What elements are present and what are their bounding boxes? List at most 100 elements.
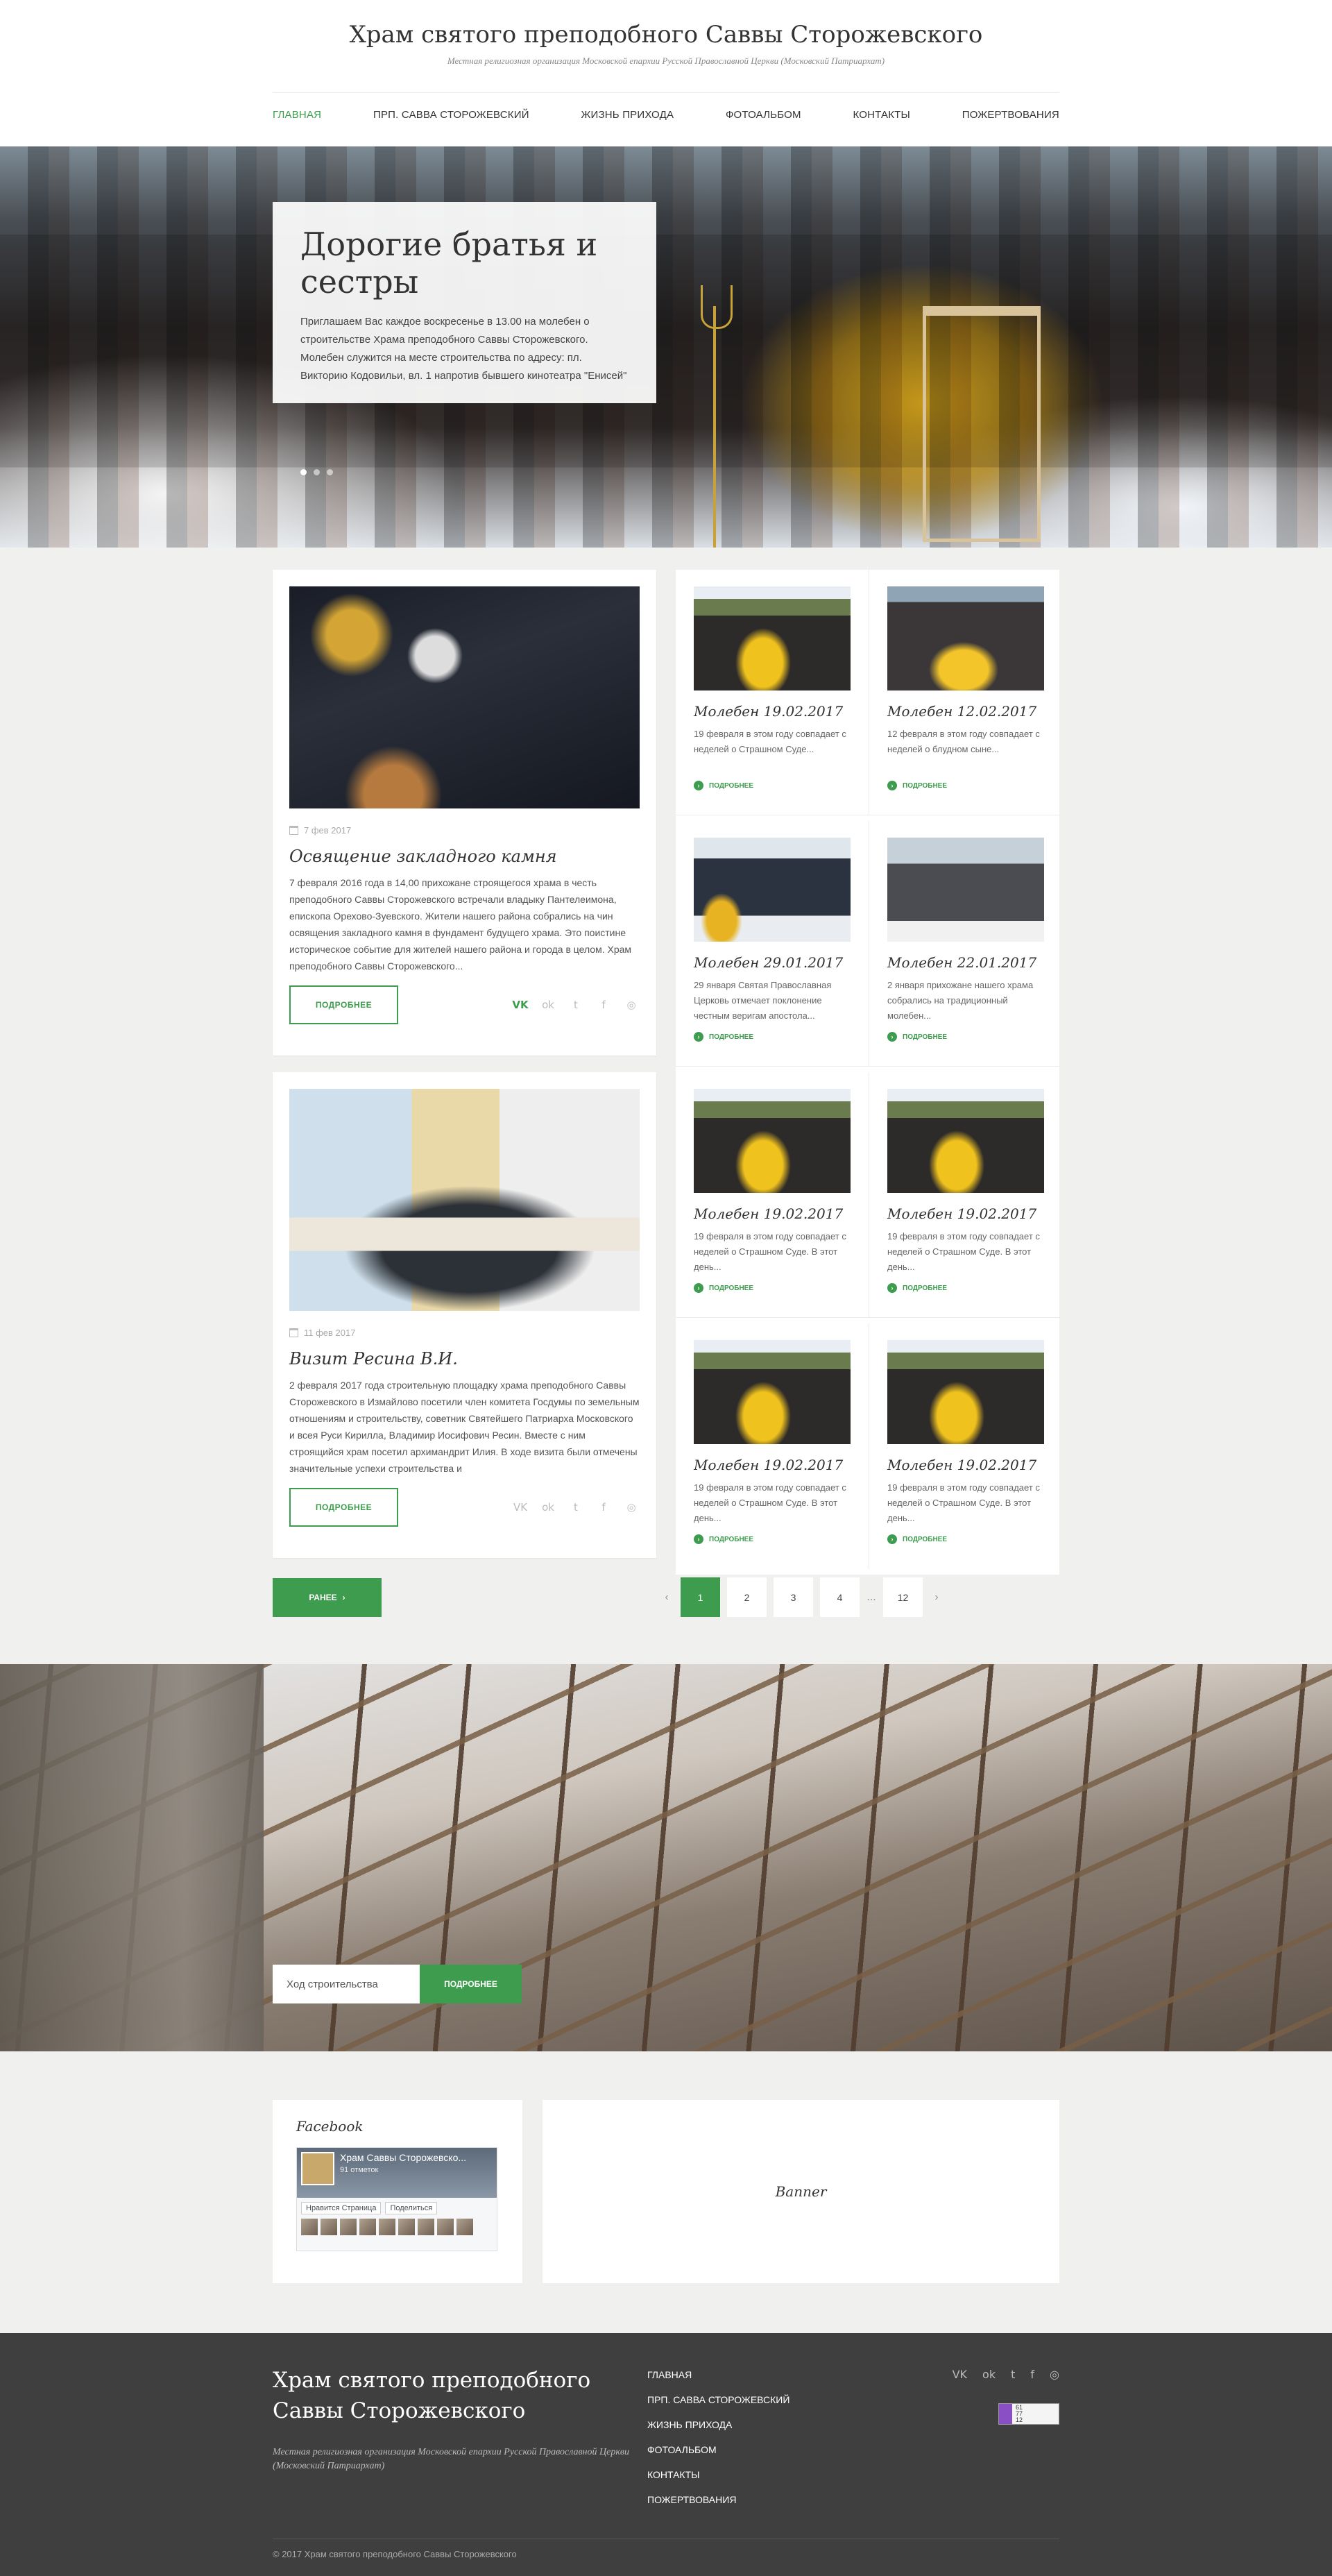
moleben-thumbnail[interactable]: [694, 1089, 851, 1193]
page-link[interactable]: 1: [681, 1577, 720, 1617]
slider-dots: [300, 469, 333, 475]
moleben-thumbnail[interactable]: [887, 1089, 1044, 1193]
avatar: [301, 2219, 318, 2235]
moleben-title[interactable]: Молебен 12.02.2017: [887, 703, 1044, 720]
moleben-grid: Молебен 19.02.2017 19 февраля в этом год…: [676, 570, 1062, 1575]
moleben-more-link[interactable]: › Подробнее: [694, 1283, 851, 1293]
page-link[interactable]: 2: [727, 1577, 767, 1617]
moleben-excerpt: 19 февраля в этом году совпадает с недел…: [887, 1231, 1040, 1272]
moleben-excerpt: 2 января прихожане нашего храма собралис…: [887, 980, 1034, 1021]
twitter-icon[interactable]: t: [1011, 2368, 1015, 2381]
vk-icon[interactable]: VK: [953, 2368, 967, 2381]
moleben-more-link[interactable]: › Подробнее: [887, 1032, 1044, 1042]
vk-icon[interactable]: VK: [512, 1501, 529, 1514]
odnoklassniki-icon[interactable]: ok: [540, 999, 556, 1011]
instagram-icon[interactable]: ◎: [623, 999, 640, 1011]
moleben-more-link[interactable]: › Подробнее: [694, 1534, 851, 1544]
moleben-thumbnail[interactable]: [887, 586, 1044, 690]
chevron-right-icon: ›: [694, 1534, 703, 1544]
moleben-title[interactable]: Молебен 19.02.2017: [887, 1457, 1044, 1473]
moleben-excerpt: 19 февраля в этом году совпадает с недел…: [694, 1482, 846, 1523]
nav-item-donations[interactable]: Пожертвования: [962, 109, 1059, 121]
facebook-icon[interactable]: f: [595, 999, 612, 1011]
page-link[interactable]: 3: [774, 1577, 813, 1617]
post-more-button[interactable]: Подробнее: [289, 1488, 398, 1527]
footer-nav-donations[interactable]: Пожертвования: [647, 2494, 789, 2505]
moleben-title[interactable]: Молебен 19.02.2017: [887, 1205, 1044, 1222]
moleben-excerpt: 12 февраля в этом году совпадает с недел…: [887, 729, 1040, 754]
moleben-thumbnail[interactable]: [887, 1340, 1044, 1444]
moleben-more-link[interactable]: › Подробнее: [694, 1032, 851, 1042]
copyright: © 2017 Храм святого преподобного Саввы С…: [273, 2539, 1059, 2559]
avatar: [456, 2219, 473, 2235]
avatar: [398, 2219, 415, 2235]
facebook-icon[interactable]: f: [595, 1501, 612, 1514]
moleben-thumbnail[interactable]: [694, 1340, 851, 1444]
slider-dot[interactable]: [327, 469, 333, 475]
hero-candle-stand: [701, 285, 733, 548]
moleben-title[interactable]: Молебен 29.01.2017: [694, 954, 851, 971]
moleben-thumbnail[interactable]: [694, 586, 851, 690]
facebook-share-button[interactable]: Поделиться: [385, 2202, 438, 2214]
moleben-title[interactable]: Молебен 19.02.2017: [694, 1205, 851, 1222]
moleben-more-link[interactable]: › Подробнее: [887, 1283, 1044, 1293]
visit-counter[interactable]: 61 77 12: [998, 2403, 1059, 2425]
moleben-more-link[interactable]: › Подробнее: [887, 781, 1044, 790]
moleben-title[interactable]: Молебен 22.01.2017: [887, 954, 1044, 971]
moleben-thumbnail[interactable]: [694, 838, 851, 942]
post-image[interactable]: [289, 1089, 640, 1311]
footer-title[interactable]: Храм святого преподобного Саввы Сторожев…: [273, 2365, 647, 2426]
nav-item-home[interactable]: Главная: [273, 109, 321, 121]
earlier-button[interactable]: Ранее ›: [273, 1577, 382, 1617]
vk-icon[interactable]: VK: [512, 999, 529, 1011]
facebook-page-name[interactable]: Храм Саввы Сторожевско...: [340, 2152, 466, 2163]
avatar: [321, 2219, 337, 2235]
instagram-icon[interactable]: ◎: [623, 1501, 640, 1514]
instagram-icon[interactable]: ◎: [1050, 2368, 1059, 2381]
post-more-button[interactable]: Подробнее: [289, 985, 398, 1024]
facebook-avatar[interactable]: [301, 2152, 334, 2185]
banner-placeholder[interactable]: Banner: [543, 2100, 1059, 2283]
moleben-more-link[interactable]: › Подробнее: [694, 781, 851, 790]
footer-nav-parish-life[interactable]: Жизнь прихода: [647, 2419, 789, 2430]
twitter-icon[interactable]: t: [567, 999, 584, 1011]
main-nav: Главная Прп. Савва Сторожевский Жизнь пр…: [273, 92, 1059, 137]
footer-nav-photo-album[interactable]: Фотоальбом: [647, 2444, 789, 2455]
nav-item-parish-life[interactable]: Жизнь прихода: [581, 109, 674, 121]
hero-card: Дорогие братья и сестры Приглашаем Вас к…: [273, 202, 656, 403]
nav-item-savva[interactable]: Прп. Савва Сторожевский: [373, 109, 529, 121]
avatar: [379, 2219, 395, 2235]
chevron-left-icon[interactable]: ‹: [660, 1591, 674, 1604]
nav-item-contacts[interactable]: Контакты: [853, 109, 910, 121]
posts-column: 7 фев 2017 Освящение закладного камня 7 …: [273, 570, 656, 1575]
odnoklassniki-icon[interactable]: ok: [982, 2368, 996, 2381]
more-label: Подробнее: [903, 1535, 948, 1543]
moleben-more-link[interactable]: › Подробнее: [887, 1534, 1044, 1544]
post-image[interactable]: [289, 586, 640, 808]
odnoklassniki-icon[interactable]: ok: [540, 1501, 556, 1514]
footer-nav-contacts[interactable]: Контакты: [647, 2469, 789, 2480]
moleben-title[interactable]: Молебен 19.02.2017: [694, 1457, 851, 1473]
footer-nav-savva[interactable]: Прп. Савва Сторожевский: [647, 2394, 789, 2405]
avatar: [418, 2219, 434, 2235]
site-title[interactable]: Храм святого преподобного Саввы Сторожев…: [273, 0, 1059, 49]
nav-item-photo-album[interactable]: Фотоальбом: [726, 109, 801, 121]
construction-progress-input[interactable]: [273, 1965, 420, 2003]
facebook-like-button[interactable]: Нравится Страница: [301, 2202, 382, 2214]
post-title[interactable]: Визит Ресина В.И.: [289, 1349, 640, 1368]
facebook-icon[interactable]: f: [1030, 2368, 1034, 2381]
twitter-icon[interactable]: t: [567, 1501, 584, 1514]
page-link[interactable]: 12: [883, 1577, 923, 1617]
hero-text: Приглашаем Вас каждое воскресенье в 13.0…: [300, 316, 627, 382]
chevron-right-icon[interactable]: ›: [930, 1591, 944, 1604]
slider-dot[interactable]: [314, 469, 320, 475]
moleben-title[interactable]: Молебен 19.02.2017: [694, 703, 851, 720]
footer-nav-home[interactable]: Главная: [647, 2369, 789, 2380]
post-title[interactable]: Освящение закладного камня: [289, 847, 640, 866]
moleben-thumbnail[interactable]: [887, 838, 1044, 942]
construction-more-button[interactable]: Подробнее: [420, 1965, 522, 2003]
facebook-page-plugin[interactable]: Храм Саввы Сторожевско... 91 отметок Нра…: [296, 2147, 497, 2251]
moleben-card: Молебен 22.01.2017 2 января прихожане на…: [869, 821, 1062, 1067]
page-link[interactable]: 4: [820, 1577, 860, 1617]
slider-dot[interactable]: [300, 469, 307, 475]
